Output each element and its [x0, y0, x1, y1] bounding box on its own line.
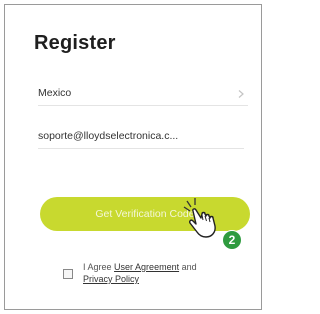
country-value: Mexico — [38, 87, 72, 99]
register-panel: Register Mexico soporte@lloydselectronic… — [4, 4, 262, 310]
pointing-hand-icon — [183, 198, 216, 238]
email-field[interactable]: soporte@lloydselectronica.c... — [38, 126, 244, 149]
agree-conjunction: and — [181, 262, 197, 272]
agree-checkbox[interactable] — [63, 269, 73, 279]
step-number-badge: 2 — [222, 230, 242, 250]
agree-prefix: I Agree — [83, 262, 112, 272]
page-title: Register — [34, 32, 116, 54]
chevron-right-icon — [238, 90, 244, 98]
privacy-policy-link[interactable]: Privacy Policy — [83, 274, 139, 284]
email-value: soporte@lloydselectronica.c... — [38, 130, 179, 142]
user-agreement-link[interactable]: User Agreement — [114, 262, 179, 272]
country-selector[interactable]: Mexico — [38, 83, 248, 106]
